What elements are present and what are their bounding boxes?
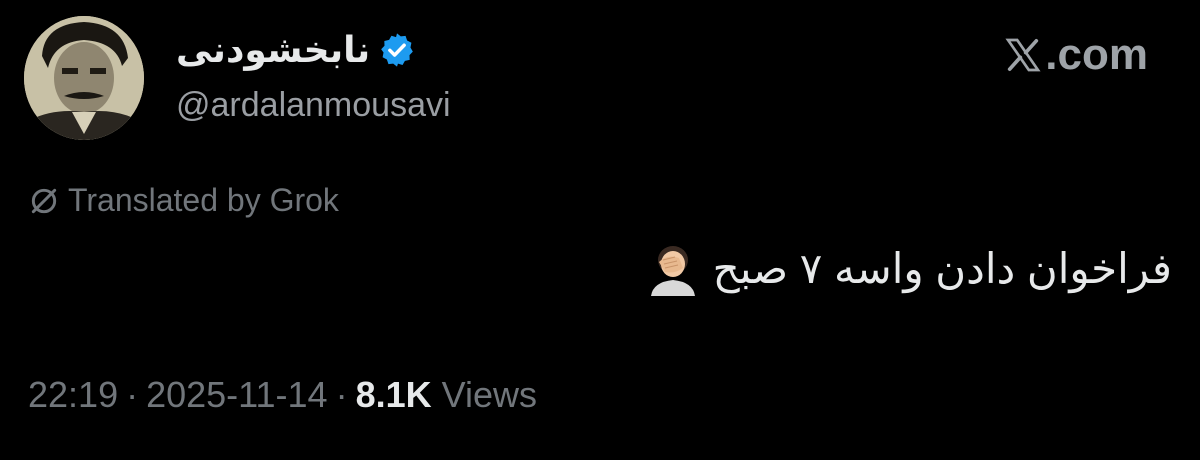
translation-label: Translated by Grok: [68, 182, 339, 218]
author-handle[interactable]: @ardalanmousavi: [176, 86, 451, 125]
meta-separator: ·: [126, 374, 139, 415]
translation-notice[interactable]: Translated by Grok: [28, 182, 339, 219]
tweet-time[interactable]: 22:19: [28, 374, 118, 415]
avatar[interactable]: [24, 16, 144, 140]
site-label: .com: [1003, 30, 1148, 80]
tweet-meta: 22:19 · 2025-11-14 · 8.1K Views: [28, 374, 537, 416]
grok-icon: [28, 185, 60, 217]
x-logo-icon: [1003, 35, 1043, 75]
author-name-row: نابخشودنی: [176, 22, 416, 78]
tweet-date[interactable]: 2025-11-14: [146, 374, 327, 415]
facepalm-emoji-icon: [645, 240, 701, 296]
views-label: Views: [441, 374, 538, 415]
meta-separator: ·: [335, 374, 348, 415]
verified-badge-icon: [378, 31, 416, 69]
tweet-text: فراخوان دادن واسه ۷ صبح: [712, 244, 1172, 292]
avatar-photo: [24, 16, 144, 140]
author-display-name[interactable]: نابخشودنی: [176, 29, 370, 71]
tweet-body: فراخوان دادن واسه ۷ صبح: [645, 240, 1172, 296]
site-domain: .com: [1045, 30, 1148, 79]
views-count[interactable]: 8.1K: [356, 374, 432, 415]
